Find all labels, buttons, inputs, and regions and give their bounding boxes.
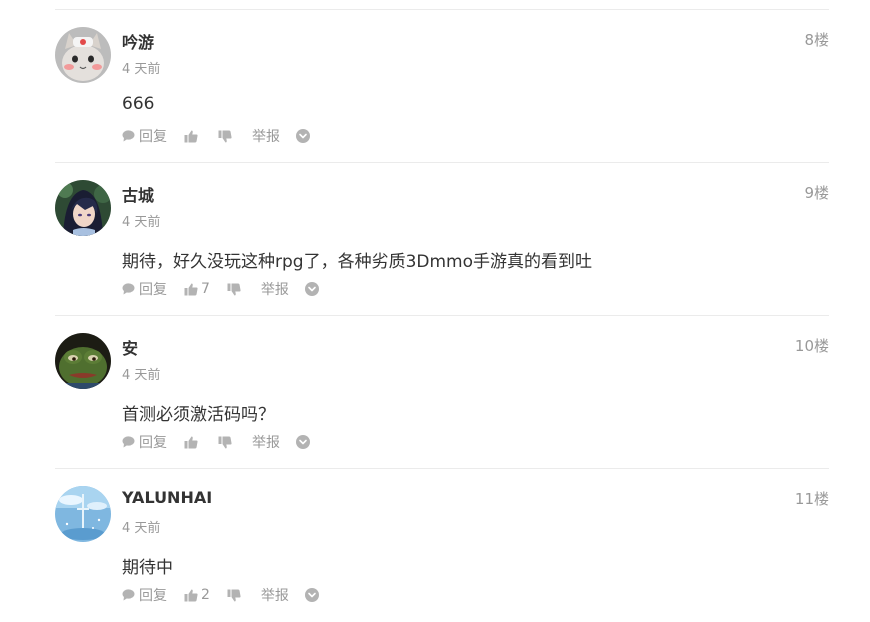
comment-item: YALUNHAI 4 天前 11楼 期待中 回复 2 举报 bbox=[55, 469, 829, 622]
report-label: 举报 bbox=[252, 435, 280, 451]
floor-number: 8楼 bbox=[804, 31, 829, 49]
comment-text: 666 bbox=[122, 94, 155, 114]
thumbs-down-icon bbox=[227, 283, 241, 295]
chevron-down-circle-icon bbox=[296, 129, 310, 143]
comment-actions: 回复 举报 bbox=[122, 126, 310, 146]
floor-number: 9楼 bbox=[804, 184, 829, 202]
comment-actions: 回复 举报 bbox=[122, 432, 310, 452]
anime-character-avatar-icon bbox=[55, 180, 111, 236]
thumbs-up-icon bbox=[184, 130, 198, 142]
more-options-button[interactable] bbox=[304, 282, 319, 296]
comment-text: 首测必须激活码吗？ bbox=[122, 405, 275, 425]
username[interactable]: 古城 bbox=[122, 182, 154, 206]
dislike-button[interactable] bbox=[218, 130, 232, 143]
comment-item: 吟游 4 天前 8楼 666 回复 举报 bbox=[55, 10, 829, 163]
avatar[interactable] bbox=[55, 180, 111, 236]
floor-number: 11楼 bbox=[794, 490, 829, 508]
more-options-button[interactable] bbox=[296, 129, 310, 143]
thumbs-down-icon bbox=[227, 589, 241, 601]
like-button[interactable]: 2 bbox=[184, 587, 210, 603]
chevron-down-circle-icon bbox=[296, 435, 310, 449]
timestamp: 4 天前 bbox=[122, 521, 161, 536]
cat-avatar-icon bbox=[55, 27, 111, 83]
dislike-button[interactable] bbox=[227, 589, 241, 602]
thumbs-up-icon bbox=[184, 436, 198, 448]
reply-button[interactable]: 回复 bbox=[122, 126, 167, 146]
username[interactable]: YALUNHAI bbox=[122, 488, 212, 507]
comment-item: 安 4 天前 10楼 首测必须激活码吗？ 回复 举报 bbox=[55, 316, 829, 469]
like-button[interactable] bbox=[184, 436, 201, 449]
avatar[interactable] bbox=[55, 27, 111, 83]
more-options-button[interactable] bbox=[304, 588, 319, 602]
report-button[interactable]: 举报 bbox=[252, 432, 280, 452]
comment-list: 吟游 4 天前 8楼 666 回复 举报 古城 4 天前 9楼 期待，好久没玩这… bbox=[55, 0, 829, 622]
username[interactable]: 安 bbox=[122, 335, 138, 359]
dislike-button[interactable] bbox=[227, 283, 241, 296]
like-button[interactable]: 7 bbox=[184, 281, 210, 297]
avatar[interactable] bbox=[55, 333, 111, 389]
reply-label: 回复 bbox=[139, 588, 167, 604]
chevron-down-circle-icon bbox=[304, 588, 319, 602]
thumbs-up-icon bbox=[184, 589, 198, 601]
report-button[interactable]: 举报 bbox=[261, 585, 289, 605]
report-label: 举报 bbox=[260, 282, 289, 298]
timestamp: 4 天前 bbox=[122, 368, 161, 383]
like-button[interactable] bbox=[184, 130, 201, 143]
speech-bubble-icon bbox=[122, 283, 135, 295]
thumbs-up-icon bbox=[184, 283, 198, 295]
comment-actions: 回复 2 举报 bbox=[122, 585, 319, 605]
comment-item: 古城 4 天前 9楼 期待，好久没玩这种rpg了，各种劣质3Dmmo手游真的看到… bbox=[55, 163, 829, 316]
chevron-down-circle-icon bbox=[304, 282, 319, 296]
reply-button[interactable]: 回复 bbox=[122, 585, 167, 605]
like-count: 2 bbox=[201, 587, 210, 603]
timestamp: 4 天前 bbox=[122, 215, 161, 230]
speech-bubble-icon bbox=[122, 130, 135, 142]
dislike-button[interactable] bbox=[218, 436, 232, 449]
comment-text: 期待中 bbox=[122, 558, 173, 578]
timestamp: 4 天前 bbox=[122, 62, 161, 77]
comment-actions: 回复 7 举报 bbox=[122, 279, 319, 299]
like-count: 7 bbox=[201, 281, 210, 297]
thumbs-down-icon bbox=[218, 130, 232, 142]
reply-label: 回复 bbox=[139, 129, 167, 145]
speech-bubble-icon bbox=[122, 436, 135, 448]
report-label: 举报 bbox=[260, 588, 289, 604]
report-button[interactable]: 举报 bbox=[261, 279, 289, 299]
avatar[interactable] bbox=[55, 486, 111, 542]
report-button[interactable]: 举报 bbox=[252, 126, 280, 146]
reply-button[interactable]: 回复 bbox=[122, 432, 167, 452]
speech-bubble-icon bbox=[122, 589, 135, 601]
report-label: 举报 bbox=[252, 129, 280, 145]
username[interactable]: 吟游 bbox=[122, 29, 154, 53]
sky-scene-avatar-icon bbox=[55, 486, 111, 542]
reply-label: 回复 bbox=[139, 282, 167, 298]
frog-avatar-icon bbox=[55, 333, 111, 389]
floor-number: 10楼 bbox=[794, 337, 829, 355]
more-options-button[interactable] bbox=[296, 435, 310, 449]
comment-text: 期待，好久没玩这种rpg了，各种劣质3Dmmo手游真的看到吐 bbox=[122, 252, 592, 272]
reply-button[interactable]: 回复 bbox=[122, 279, 167, 299]
reply-label: 回复 bbox=[139, 435, 167, 451]
thumbs-down-icon bbox=[218, 436, 232, 448]
